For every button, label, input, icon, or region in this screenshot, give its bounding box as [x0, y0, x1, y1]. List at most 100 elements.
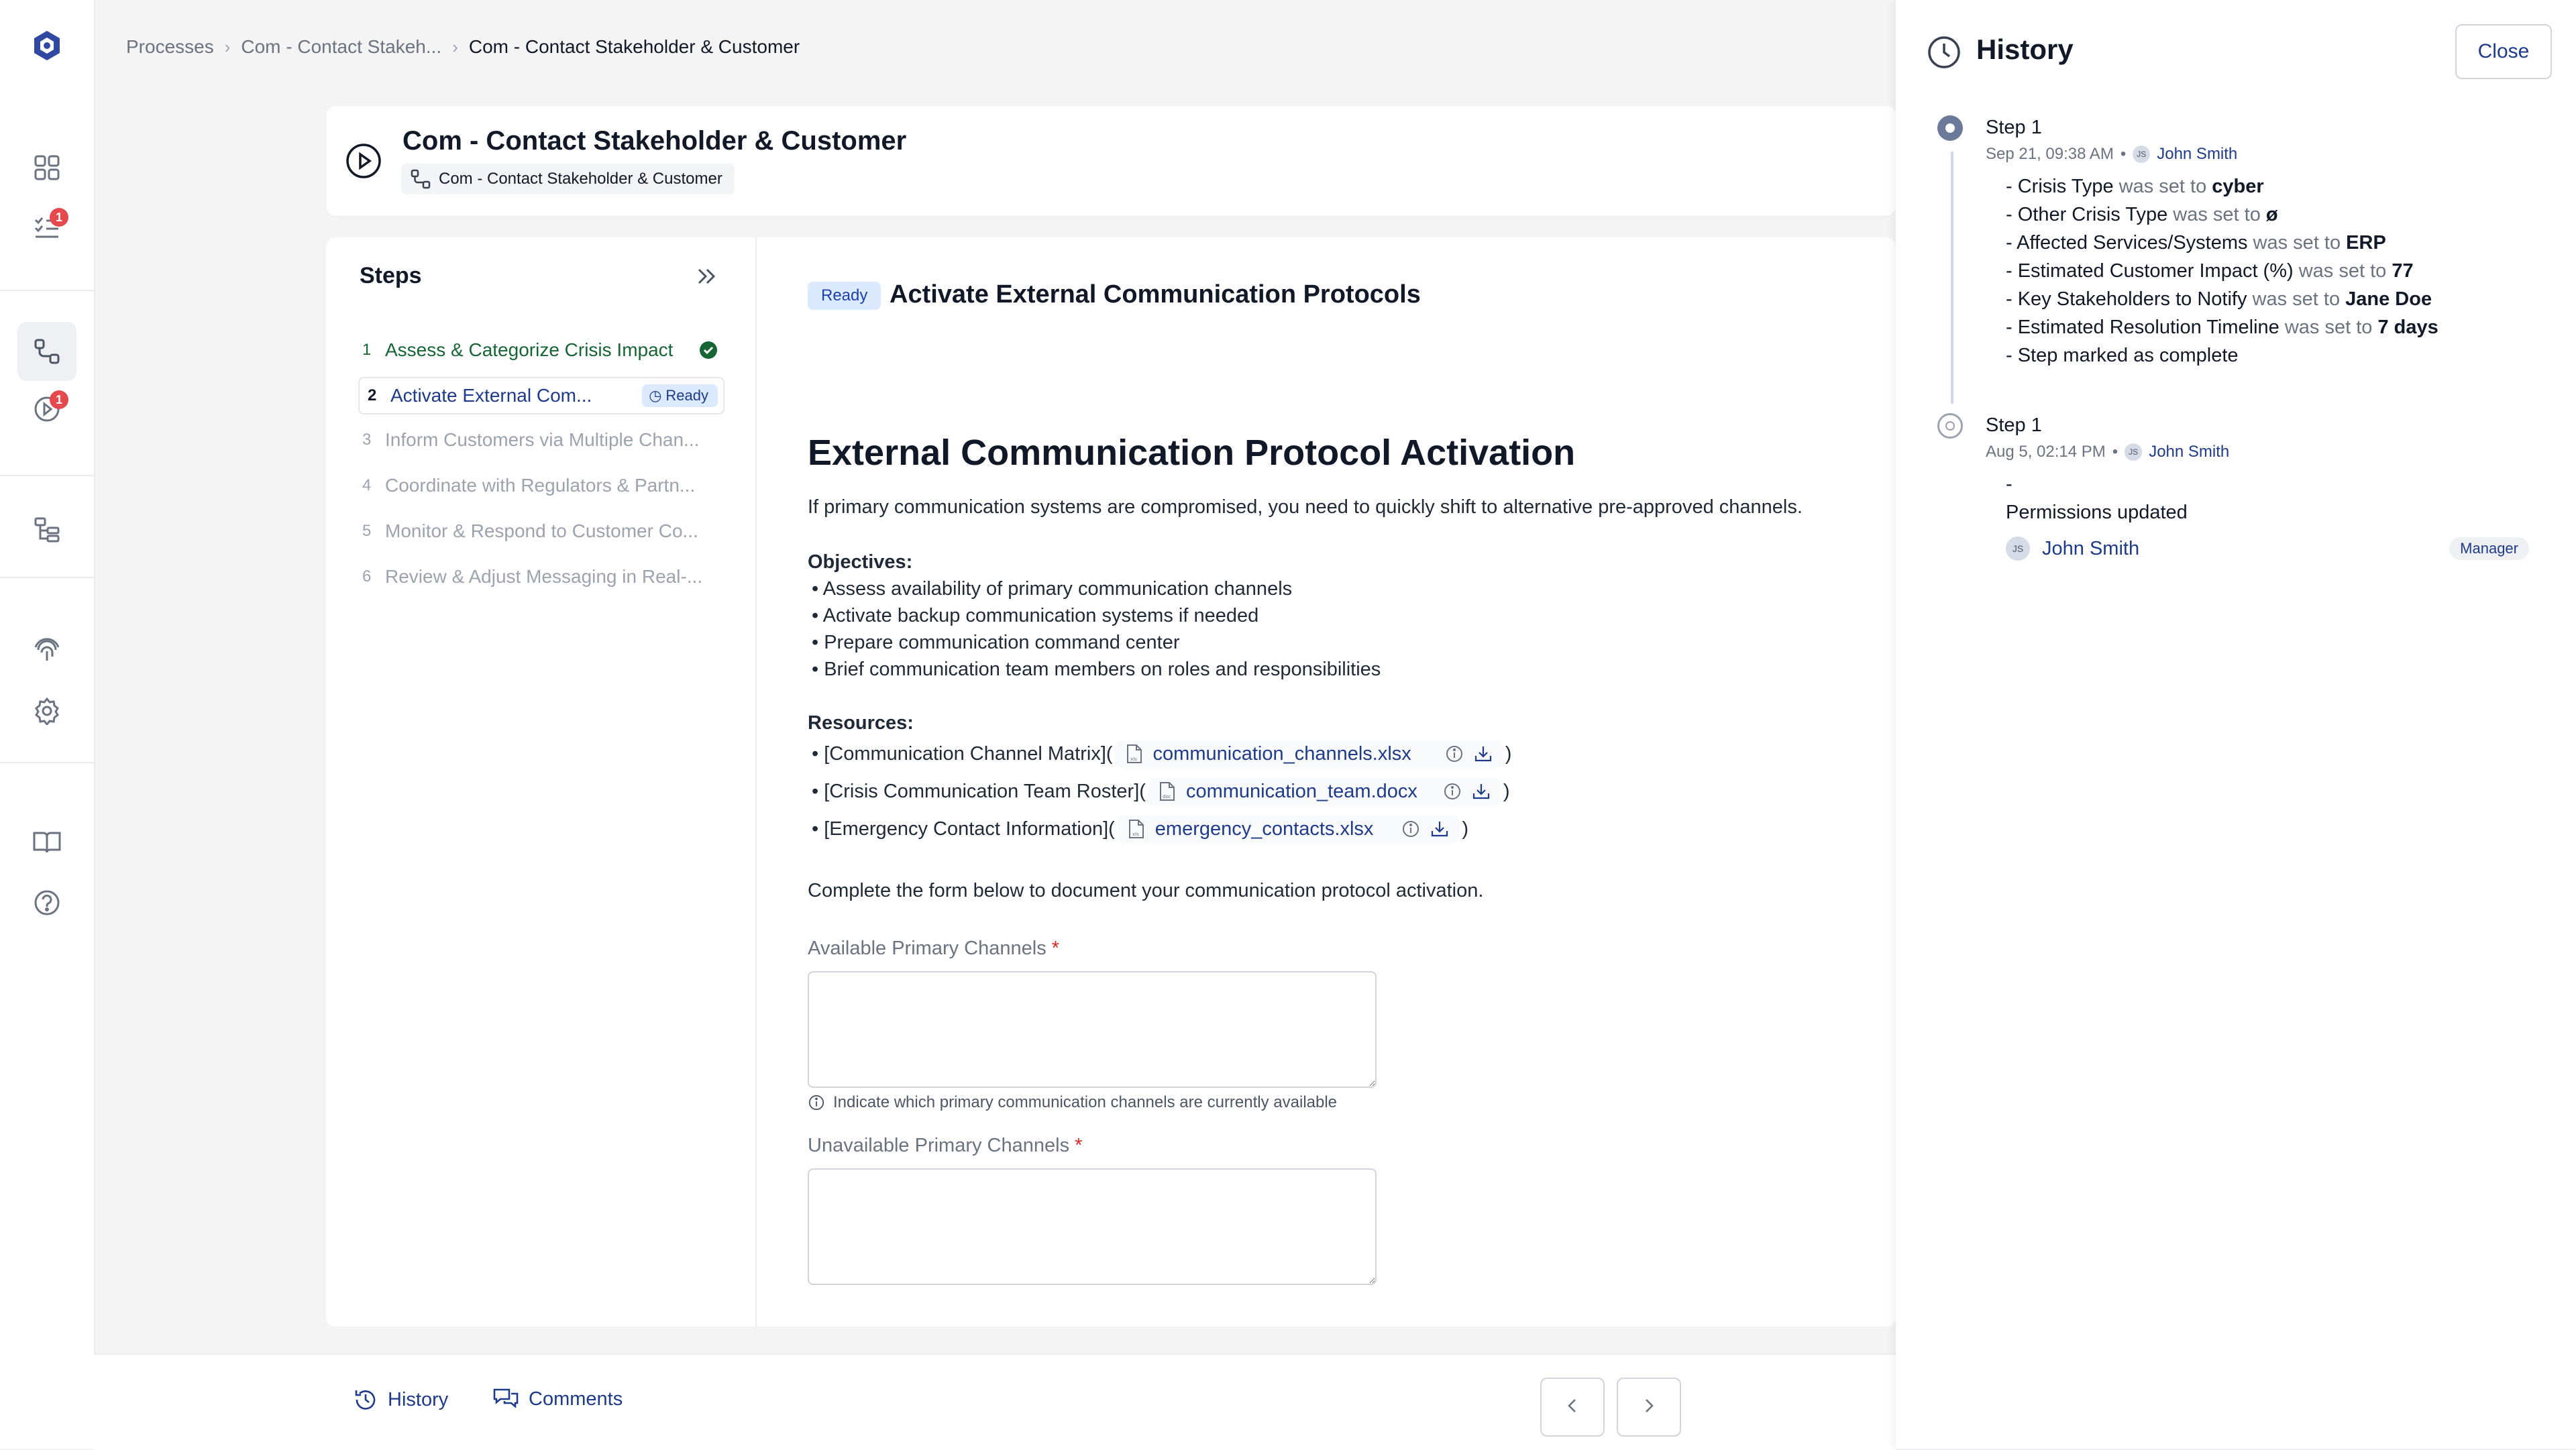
timeline-line — [1951, 152, 1953, 404]
steps-title: Steps — [360, 263, 422, 288]
file-chip[interactable]: xls emergency_contacts.xlsx — [1117, 815, 1460, 843]
close-button[interactable]: Close — [2455, 24, 2552, 79]
step-item-5[interactable]: 5 Monitor & Respond to Customer Co... — [360, 514, 723, 549]
app-logo-icon[interactable] — [27, 25, 67, 66]
process-chip[interactable]: Com - Contact Stakeholder & Customer — [401, 164, 735, 194]
clock-small-icon: ◷ — [649, 387, 662, 404]
step-label: Activate External Com... — [390, 385, 592, 406]
step-label: Assess & Categorize Crisis Impact — [385, 339, 674, 360]
process-flow-icon — [411, 169, 431, 189]
info-icon — [808, 1094, 825, 1111]
history-entry-user[interactable]: John Smith — [2157, 145, 2237, 164]
step-status-badge: ◷ Ready — [642, 384, 718, 407]
collapse-chevrons-icon[interactable] — [692, 262, 722, 291]
chevron-right-icon — [1639, 1396, 1659, 1419]
step-title: Activate External Communication Protocol… — [890, 280, 1421, 309]
history-change: - Affected Services/Systems was set to E… — [2006, 232, 2386, 254]
runs-badge: 1 — [50, 390, 68, 409]
available-channels-label: Available Primary Channels * — [808, 938, 1060, 959]
hierarchy-icon[interactable] — [27, 510, 67, 550]
info-icon[interactable] — [1401, 820, 1420, 838]
history-change: - Step marked as complete — [2006, 345, 2239, 366]
list-item: • Assess availability of primary communi… — [812, 578, 1293, 600]
comments-button[interactable]: Comments — [492, 1387, 623, 1411]
history-icon — [353, 1387, 378, 1412]
step-item-1[interactable]: 1 Assess & Categorize Crisis Impact — [360, 333, 723, 368]
history-change: - Estimated Customer Impact (%) was set … — [2006, 260, 2414, 282]
icon-rail: 1 1 — [0, 0, 95, 1449]
list-item: • Activate backup communication systems … — [812, 605, 1259, 626]
svg-text:xls: xls — [1132, 832, 1139, 837]
step-item-3[interactable]: 3 Inform Customers via Multiple Chan... — [360, 423, 723, 457]
chevron-right-icon: › — [452, 36, 458, 57]
history-entry-meta: Aug 5, 02:14 PM • JS John Smith — [1986, 443, 2230, 461]
download-icon[interactable] — [1471, 782, 1491, 801]
help-icon[interactable] — [27, 883, 67, 923]
objectives-label: Objectives: — [808, 551, 913, 573]
step-label: Inform Customers via Multiple Chan... — [385, 429, 700, 450]
resource-row: • [Communication Channel Matrix]( xls co… — [812, 738, 1511, 770]
processes-icon[interactable] — [17, 322, 76, 381]
status-badge: Ready — [808, 282, 881, 310]
history-change: - Other Crisis Type was set to ø — [2006, 204, 2278, 225]
document-file-icon: doc — [1158, 781, 1177, 801]
step-label: Review & Adjust Messaging in Real-... — [385, 566, 703, 587]
file-chip[interactable]: xls communication_channels.xlsx — [1115, 740, 1503, 768]
list-item: • Prepare communication command center — [812, 632, 1180, 653]
book-icon[interactable] — [27, 822, 67, 862]
timeline-dot-icon — [1937, 115, 1963, 141]
history-change: - Key Stakeholders to Notify was set to … — [2006, 288, 2432, 310]
intro-text: If primary communication systems are com… — [808, 496, 1803, 518]
previous-step-button[interactable] — [1540, 1378, 1605, 1437]
check-circle-icon — [699, 341, 718, 359]
avatar: JS — [2133, 146, 2151, 163]
fingerprint-icon[interactable] — [27, 630, 67, 671]
svg-text:doc: doc — [1163, 794, 1171, 799]
history-entry-meta: Sep 21, 09:38 AM • JS John Smith — [1986, 145, 2238, 164]
spreadsheet-file-icon: xls — [1127, 819, 1146, 839]
download-icon[interactable] — [1473, 744, 1493, 763]
permission-user-row: JS John Smith Manager — [2006, 537, 2529, 561]
avatar: JS — [2006, 537, 2030, 561]
breadcrumb-processes[interactable]: Processes — [126, 36, 214, 58]
process-chip-label: Com - Contact Stakeholder & Customer — [439, 170, 722, 188]
form-intro-text: Complete the form below to document your… — [808, 880, 1484, 901]
svg-text:xls: xls — [1130, 757, 1137, 762]
available-channels-input[interactable] — [808, 971, 1377, 1088]
permission-user-name[interactable]: John Smith — [2042, 538, 2139, 560]
info-icon[interactable] — [1445, 744, 1464, 763]
next-step-button[interactable] — [1617, 1378, 1681, 1437]
resource-row: • [Emergency Contact Information]( xls e… — [812, 813, 1468, 845]
available-channels-hint: Indicate which primary communication cha… — [808, 1093, 1337, 1112]
chevron-left-icon — [1562, 1396, 1582, 1419]
step-label: Monitor & Respond to Customer Co... — [385, 520, 698, 541]
unavailable-channels-input[interactable] — [808, 1168, 1377, 1285]
chevron-right-icon: › — [224, 36, 231, 57]
info-icon[interactable] — [1443, 782, 1462, 801]
resource-row: • [Crisis Communication Team Roster]( do… — [812, 775, 1510, 807]
history-button[interactable]: History — [353, 1387, 448, 1412]
page-title: Com - Contact Stakeholder & Customer — [402, 126, 907, 156]
process-header-card — [326, 106, 1896, 216]
step-label: Coordinate with Regulators & Partn... — [385, 475, 696, 496]
history-entry-step: Step 1 — [1986, 414, 2042, 436]
step-item-4[interactable]: 4 Coordinate with Regulators & Partn... — [360, 468, 723, 503]
history-change: - Crisis Type was set to cyber — [2006, 176, 2264, 197]
file-chip[interactable]: doc communication_team.docx — [1148, 777, 1501, 805]
step-item-2[interactable]: 2 Activate External Com... ◷ Ready — [358, 377, 724, 414]
settings-gear-icon[interactable] — [27, 691, 67, 731]
spreadsheet-file-icon: xls — [1125, 744, 1144, 764]
role-badge: Manager — [2449, 537, 2529, 560]
step-item-6[interactable]: 6 Review & Adjust Messaging in Real-... — [360, 559, 723, 594]
history-title: History — [1976, 34, 2074, 65]
play-circle-icon[interactable] — [345, 142, 382, 180]
objectives-list: • Assess availability of primary communi… — [812, 575, 1381, 683]
timeline-dot-icon — [1937, 413, 1963, 439]
download-icon[interactable] — [1430, 820, 1450, 838]
history-entry-user[interactable]: John Smith — [2149, 443, 2229, 461]
clock-icon — [1927, 35, 1962, 70]
tasks-badge: 1 — [50, 208, 68, 227]
dashboard-grid-icon[interactable] — [27, 148, 67, 188]
avatar: JS — [2125, 443, 2143, 461]
breadcrumb-parent[interactable]: Com - Contact Stakeh... — [241, 36, 441, 58]
